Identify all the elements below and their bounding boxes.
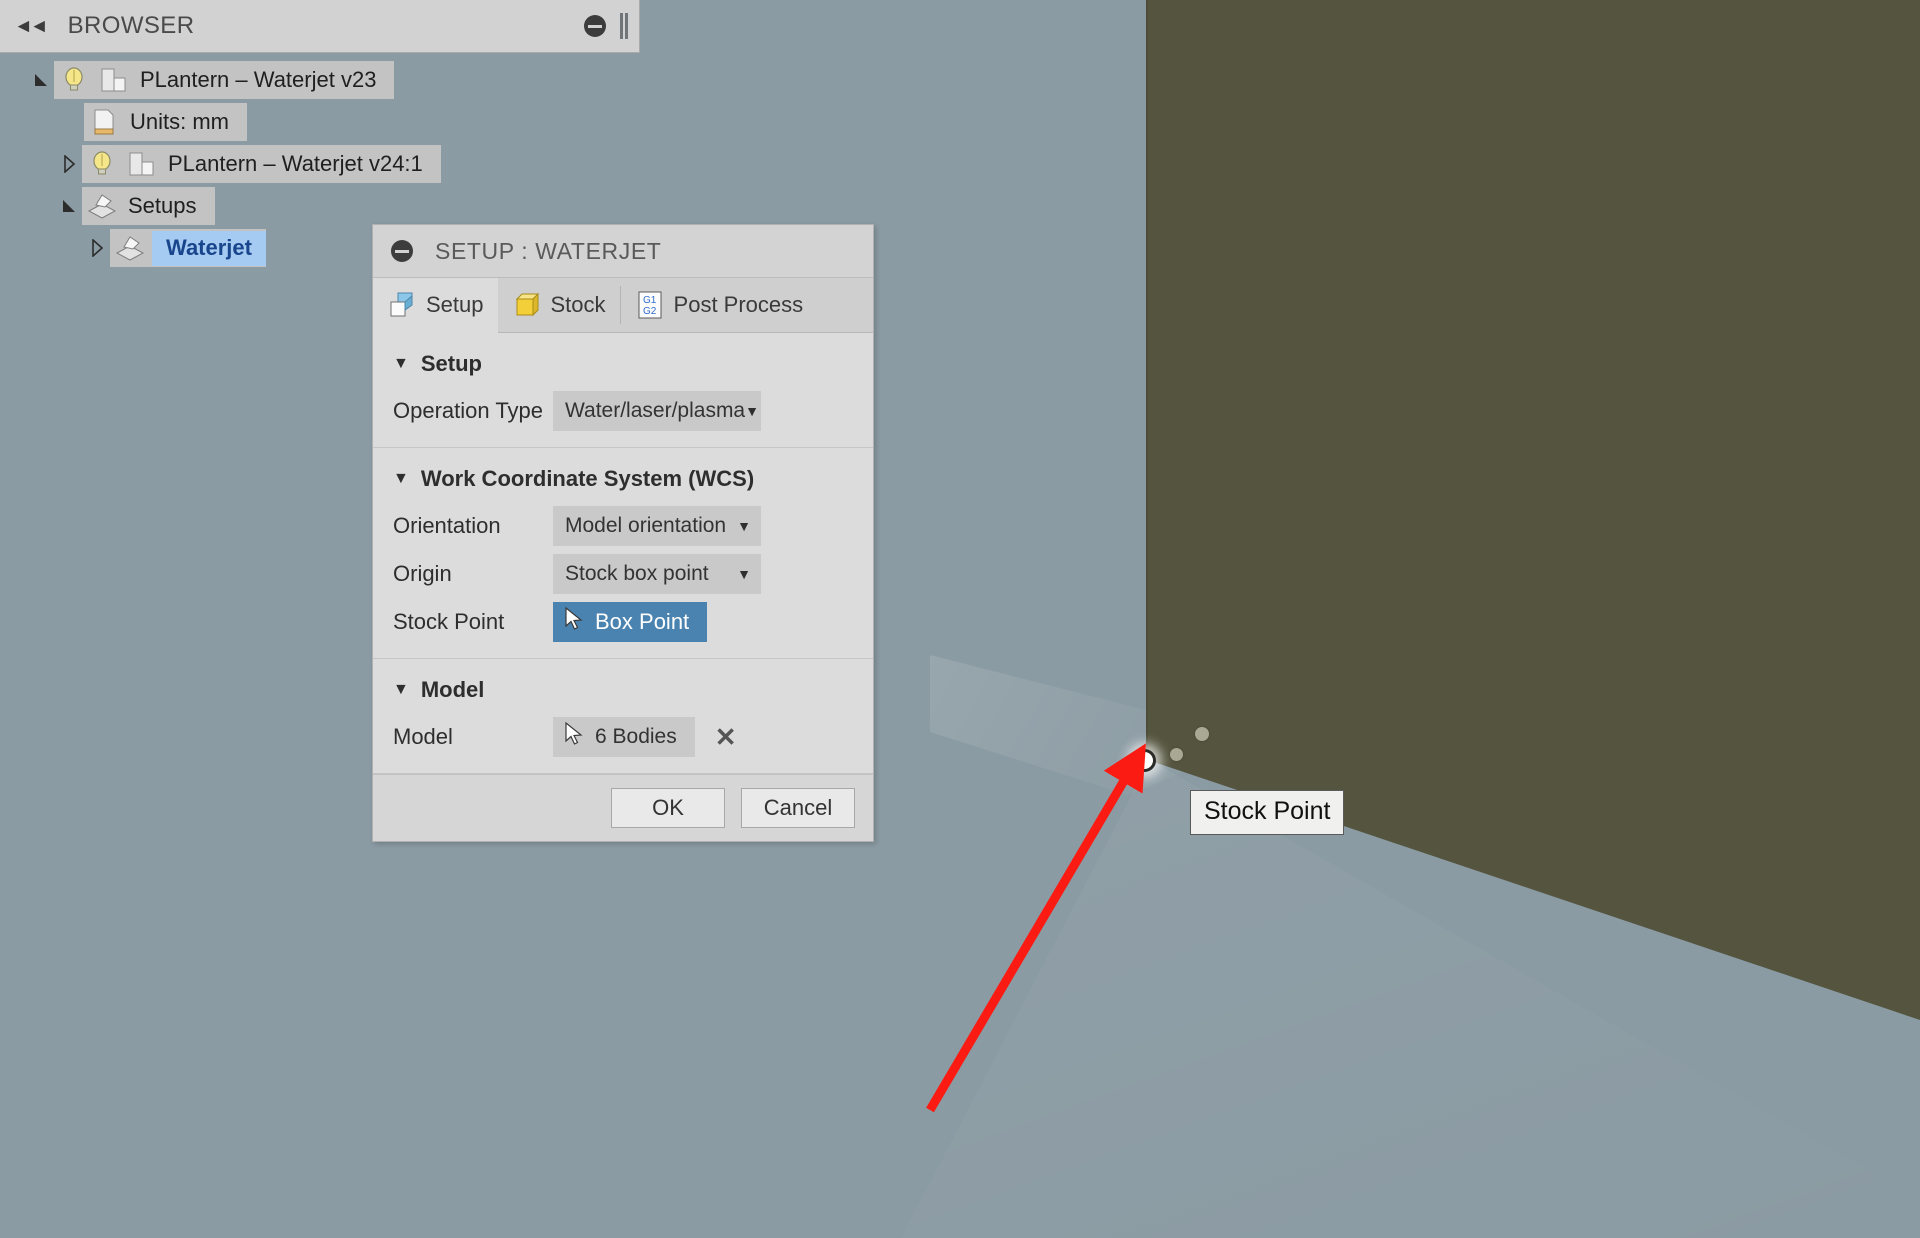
- tree-item-plantern-v24[interactable]: PLantern – Waterjet v24:1: [0, 145, 640, 183]
- svg-text:G2: G2: [643, 306, 657, 317]
- stock-point-tooltip: Stock Point: [1190, 790, 1345, 835]
- section-header-setup[interactable]: ▼ Setup: [373, 339, 873, 387]
- button-label: Box Point: [595, 609, 690, 634]
- cursor-arrow-icon: [563, 606, 585, 638]
- browser-title: BROWSER: [67, 12, 195, 39]
- ok-button[interactable]: OK: [611, 788, 725, 828]
- section-title: Model: [420, 677, 485, 702]
- expand-arrow-down-icon[interactable]: [56, 198, 82, 214]
- dialog-footer: OK Cancel: [373, 774, 873, 841]
- panel-resize-grip[interactable]: [620, 13, 623, 39]
- chevron-down-icon[interactable]: ▼: [393, 470, 409, 488]
- dropdown-value: Model orientation: [565, 514, 727, 537]
- cursor-arrow-icon: [563, 721, 585, 753]
- tab-setup[interactable]: Setup: [373, 278, 498, 333]
- chevron-down-icon[interactable]: ▼: [745, 403, 759, 419]
- tree-item-label: PLantern – Waterjet v23: [140, 67, 377, 92]
- tree-item-setups[interactable]: Setups: [0, 187, 640, 225]
- svg-text:G1: G1: [643, 295, 657, 306]
- component-icon: [122, 150, 162, 178]
- construction-point-icon[interactable]: [1195, 727, 1209, 741]
- section-header-wcs[interactable]: ▼ Work Coordinate System (WCS): [373, 454, 873, 502]
- tree-item-label: Units: mm: [130, 109, 229, 134]
- section-header-model[interactable]: ▼ Model: [373, 665, 873, 713]
- section-wcs: ▼ Work Coordinate System (WCS) Orientati…: [373, 448, 873, 659]
- stock-point-marker-icon[interactable]: [1133, 749, 1156, 772]
- dropdown-value: Water/laser/plasma: [565, 399, 746, 422]
- tab-post-process[interactable]: G1 G2 Post Process: [621, 278, 818, 332]
- dialog-titlebar: SETUP : WATERJET: [373, 225, 873, 278]
- app-window: Stock Point ◄◄ BROWSER PLantern – Waterj…: [0, 0, 1920, 1238]
- dialog-tabs: Setup Stock G1 G2 Post Process: [373, 278, 873, 333]
- browser-header-controls: [584, 13, 629, 39]
- setup-folder-icon: [82, 193, 122, 219]
- field-origin: Origin Stock box point ▼: [373, 550, 873, 598]
- dropdown-value: Stock box point: [565, 562, 709, 585]
- section-title: Setup: [420, 351, 482, 376]
- expand-arrow-down-icon[interactable]: [28, 72, 54, 88]
- tab-label: Setup: [426, 292, 484, 317]
- tab-label: Stock: [550, 292, 606, 317]
- chevron-down-icon[interactable]: ▼: [393, 355, 409, 373]
- field-label: Orientation: [393, 513, 501, 538]
- construction-point-icon[interactable]: [1170, 748, 1183, 761]
- cancel-button[interactable]: Cancel: [741, 788, 855, 828]
- section-title: Work Coordinate System (WCS): [420, 466, 755, 491]
- section-model: ▼ Model Model 6 Bodies ✕: [373, 659, 873, 774]
- lightbulb-icon[interactable]: [54, 66, 94, 94]
- tree-item-label: Setups: [128, 193, 197, 218]
- expand-arrow-right-icon[interactable]: [56, 155, 82, 173]
- tree-item-label-selected: Waterjet: [152, 230, 266, 266]
- tree-item-label: PLantern – Waterjet v24:1: [168, 151, 423, 176]
- section-setup: ▼ Setup Operation Type Water/laser/plasm…: [373, 333, 873, 448]
- chevron-down-icon[interactable]: ▼: [737, 566, 751, 582]
- document-ruler-icon: [84, 108, 124, 136]
- field-label: Operation Type: [393, 398, 544, 423]
- setup-folder-icon: [110, 235, 150, 261]
- button-label: 6 Bodies: [595, 725, 677, 748]
- lightbulb-icon[interactable]: [82, 150, 122, 178]
- operation-type-dropdown[interactable]: Water/laser/plasma ▼: [553, 391, 761, 431]
- minimize-icon[interactable]: [584, 15, 606, 37]
- orientation-dropdown[interactable]: Model orientation ▼: [553, 506, 761, 546]
- field-label: Stock Point: [393, 609, 505, 634]
- field-label: Model: [393, 724, 453, 749]
- tree-item-units[interactable]: Units: mm: [0, 103, 640, 141]
- tree-item-plantern-v23[interactable]: PLantern – Waterjet v23: [0, 61, 640, 99]
- field-operation-type: Operation Type Water/laser/plasma ▼: [373, 387, 873, 435]
- field-model: Model 6 Bodies ✕: [373, 713, 873, 761]
- dialog-title: SETUP : WATERJET: [435, 237, 662, 264]
- field-stock-point: Stock Point Box Point: [373, 598, 873, 646]
- close-x-icon[interactable]: ✕: [715, 724, 737, 750]
- origin-dropdown[interactable]: Stock box point ▼: [553, 554, 761, 594]
- setup-dialog: SETUP : WATERJET Setup Stock G1 G2 Post …: [372, 224, 874, 842]
- stock-box-icon: [512, 290, 542, 320]
- field-label: Origin: [393, 561, 452, 586]
- collapse-left-icon[interactable]: ◄◄: [14, 17, 49, 36]
- minimize-icon[interactable]: [391, 240, 413, 262]
- setup-cube-icon: [387, 290, 417, 320]
- model-bodies-select-button[interactable]: 6 Bodies: [553, 717, 695, 757]
- component-icon: [94, 66, 134, 94]
- field-orientation: Orientation Model orientation ▼: [373, 502, 873, 550]
- tab-label: Post Process: [673, 292, 804, 317]
- stock-point-select-button[interactable]: Box Point: [553, 602, 708, 642]
- browser-header: ◄◄ BROWSER: [0, 0, 640, 53]
- chevron-down-icon[interactable]: ▼: [393, 681, 409, 699]
- chevron-down-icon[interactable]: ▼: [737, 518, 751, 534]
- tab-stock[interactable]: Stock: [498, 278, 620, 332]
- gcode-icon: G1 G2: [635, 289, 665, 321]
- expand-arrow-right-icon[interactable]: [84, 239, 110, 257]
